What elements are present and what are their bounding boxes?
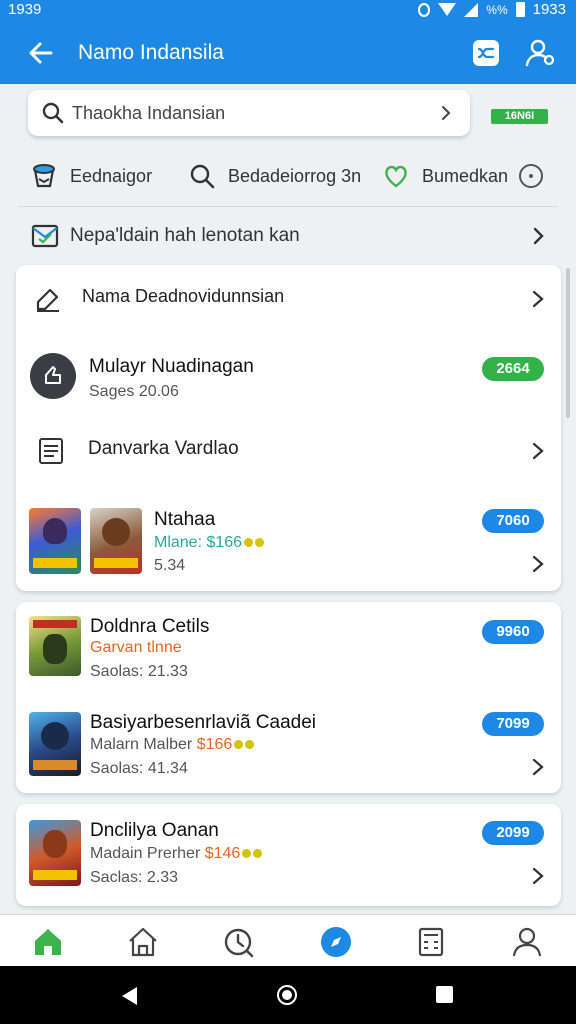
chevron-right-icon [532, 758, 544, 776]
game-meta: 5.34 [154, 557, 186, 574]
signal-icon [464, 2, 479, 17]
divider [18, 206, 558, 207]
page-title: Namo Indansila [78, 41, 224, 64]
quick-action-label: Eednaigor [70, 165, 153, 186]
profile-icon[interactable] [510, 925, 544, 959]
system-home-icon[interactable] [277, 985, 297, 1005]
home-icon[interactable] [31, 925, 65, 959]
status-bar: 1939 %% 1933 [0, 0, 576, 22]
battery-icon [515, 2, 525, 17]
status-time: 1939 [8, 1, 42, 18]
doc-row[interactable]: Danvarka Vardlao [16, 420, 561, 480]
calculator-icon[interactable] [414, 925, 448, 959]
status-clock: 1933 [532, 1, 566, 18]
scrollbar[interactable] [566, 268, 570, 418]
price-pill: 9960 [482, 620, 544, 644]
document-icon [39, 438, 63, 464]
item-meta: Saolas: 21.33 [90, 663, 188, 680]
item-title: Basiyarbesenrlaviã Caadei [90, 712, 317, 733]
shuffle-button[interactable] [473, 40, 499, 66]
item-title: Dnclilya Oanan [90, 820, 219, 841]
system-back-icon[interactable] [122, 987, 137, 1005]
game-thumbnail [29, 820, 81, 886]
game-thumbnail [90, 508, 142, 574]
game-thumbnail [29, 508, 81, 574]
list-card: Dnclilya Oanan Madain Prerher $146 Sacla… [16, 804, 561, 906]
more-icon [519, 164, 543, 188]
search-icon [42, 102, 64, 124]
chevron-right-icon [532, 555, 544, 573]
item-sub: Garvan tlnne [90, 639, 182, 656]
price-pill: 7060 [482, 509, 544, 533]
notice-row[interactable]: Nepa'ldain hah lenotan kan [18, 214, 558, 258]
heart-icon [385, 165, 407, 188]
search-icon [190, 164, 215, 189]
chevron-right-icon [532, 442, 544, 460]
game-title: Ntahaa [154, 509, 216, 530]
price-pill: 7099 [482, 712, 544, 736]
quick-action-2[interactable]: Bedadeiorrog 3n [188, 156, 361, 196]
item-meta: Saolas: 41.34 [90, 760, 188, 777]
chevron-right-icon [532, 867, 544, 885]
system-recents-icon[interactable] [436, 986, 453, 1003]
like-icon [45, 366, 61, 384]
shuffle-icon [477, 47, 495, 59]
account-card: Nama Deadnovidunnsian Mulayr Nuadinagan … [16, 265, 561, 591]
status-badge: 16N6I [491, 109, 548, 124]
search-bar[interactable]: Thaokha Indansian [28, 90, 470, 136]
back-arrow-icon[interactable] [26, 38, 56, 68]
quick-actions: Eednaigor Bedadeiorrog 3n Bumedkan [0, 156, 576, 200]
chevron-right-icon [442, 106, 451, 120]
user-settings-icon[interactable] [524, 38, 556, 68]
bottom-nav [0, 914, 576, 966]
profile-name: Mulayr Nuadinagan [89, 356, 254, 377]
menu-row[interactable]: Nama Deadnovidunnsian [16, 265, 561, 331]
profile-sub: Sages 20.06 [89, 383, 179, 400]
search-input[interactable]: Thaokha Indansian [72, 103, 225, 124]
game-sub: Mlane: $166 [154, 534, 265, 552]
chevron-right-icon [533, 227, 544, 245]
game-thumbnail [29, 712, 81, 776]
price-pill: 2099 [482, 821, 544, 845]
quick-action-label: Bedadeiorrog 3n [228, 165, 362, 186]
list-item[interactable]: Doldnra Cetils Garvan tlnne Saolas: 21.3… [16, 602, 561, 694]
list-item[interactable]: Basiyarbesenrlaviã Caadei Malarn Malber … [16, 698, 561, 790]
list-card: Doldnra Cetils Garvan tlnne Saolas: 21.3… [16, 602, 561, 793]
list-item[interactable]: Ntahaa Mlane: $166 5.34 7060 [16, 495, 561, 585]
profile-badge: 2664 [482, 357, 544, 381]
list-item[interactable]: Dnclilya Oanan Madain Prerher $146 Sacla… [16, 804, 561, 906]
quick-action-1[interactable]: Eednaigor [30, 156, 152, 196]
quick-action-3[interactable]: Bumedkan [382, 156, 508, 196]
quick-action-label: Bumedkan [422, 165, 509, 186]
notice-label: Nepa'ldain hah lenotan kan [70, 225, 300, 246]
menu-row-label: Nama Deadnovidunnsian [82, 286, 285, 306]
battery-percent: %% [486, 2, 508, 17]
system-nav [0, 966, 576, 1024]
history-icon[interactable] [221, 925, 255, 959]
more-button[interactable] [517, 156, 545, 196]
edit-icon [36, 288, 59, 312]
cup-icon [33, 164, 55, 188]
game-thumbnail [29, 616, 81, 676]
chevron-right-icon [532, 290, 544, 308]
avatar [30, 353, 76, 399]
item-sub: Malarn Malber $166 [90, 736, 255, 754]
sync-icon [418, 2, 431, 17]
explore-icon[interactable] [319, 925, 353, 959]
doc-row-label: Danvarka Vardlao [88, 438, 239, 459]
item-sub: Madain Prerher $146 [90, 845, 263, 863]
item-meta: Saclas: 2.33 [90, 869, 179, 886]
profile-row[interactable]: Mulayr Nuadinagan Sages 20.06 2664 [16, 335, 561, 417]
house-icon[interactable] [126, 925, 160, 959]
wifi-icon [438, 3, 457, 16]
app-bar: Namo Indansila [0, 22, 576, 84]
item-title: Doldnra Cetils [90, 616, 210, 637]
mail-icon [31, 224, 59, 248]
